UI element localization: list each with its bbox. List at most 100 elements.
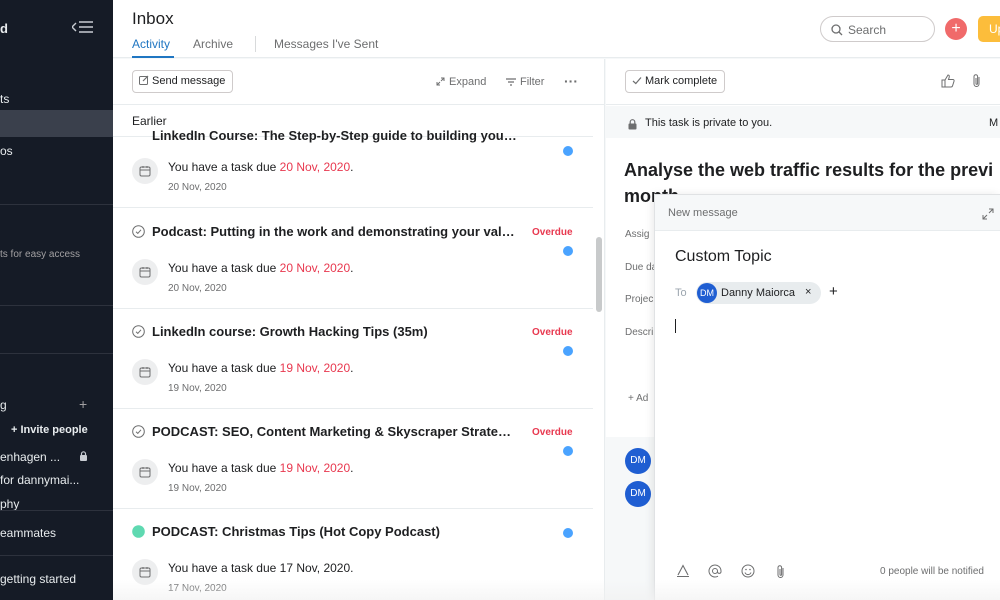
sidebar-invite-teammates[interactable]: eammates: [0, 526, 56, 540]
sidebar-favorites-hint: ts for easy access: [0, 249, 81, 260]
notification-date: 20 Nov, 2020: [168, 182, 227, 193]
tab-messages-sent[interactable]: Messages I've Sent: [274, 37, 378, 51]
search-input[interactable]: Search: [820, 16, 935, 42]
due-date: 20 Nov, 2020: [279, 261, 351, 275]
unread-dot: [563, 246, 573, 256]
completed-check-icon[interactable]: [132, 525, 145, 538]
mark-complete-label: Mark complete: [645, 75, 718, 87]
calendar-icon: [132, 459, 158, 485]
text-format-icon[interactable]: [676, 564, 690, 582]
expand-button[interactable]: Expand: [436, 76, 486, 88]
add-field-label: Ad: [636, 393, 649, 404]
list-scrollbar[interactable]: [596, 237, 602, 312]
notification-date: 19 Nov, 2020: [168, 383, 227, 394]
task-title: LinkedIn course: Growth Hacking Tips (35…: [152, 324, 428, 339]
due-prefix: You have a task due: [168, 461, 280, 475]
list-toolbar: Send message Expand Filter ···: [113, 59, 604, 105]
avatar[interactable]: DM: [625, 481, 651, 507]
task-title: LinkedIn Course: The Step-by-Step guide …: [152, 128, 517, 143]
avatar[interactable]: DM: [625, 448, 651, 474]
mark-complete-button[interactable]: Mark complete: [625, 70, 726, 93]
field-projects-label: Projec: [625, 294, 654, 305]
more-options-icon[interactable]: ···: [564, 73, 578, 89]
sidebar-team-name[interactable]: g: [0, 398, 7, 412]
expand-icon: [436, 77, 445, 86]
overdue-badge: Overdue: [532, 427, 573, 438]
due-prefix: You have a task due: [168, 160, 280, 174]
filter-icon: [506, 78, 516, 86]
add-team-icon[interactable]: +: [79, 396, 87, 412]
sidebar-collapse-icon[interactable]: [71, 20, 94, 37]
filter-button[interactable]: Filter: [506, 76, 544, 88]
check-circle-icon[interactable]: [132, 425, 145, 438]
mention-icon[interactable]: [708, 564, 722, 583]
calendar-icon: [132, 158, 158, 184]
add-field-button[interactable]: + Ad: [628, 393, 648, 404]
sidebar-item-portfolios[interactable]: os: [0, 144, 13, 158]
tab-activity[interactable]: Activity: [132, 37, 170, 51]
calendar-icon: [132, 559, 158, 585]
sidebar-divider: [0, 305, 113, 306]
page-title: Inbox: [132, 9, 174, 28]
check-circle-icon[interactable]: [132, 325, 145, 338]
new-message-title: New message: [668, 207, 738, 219]
sidebar-getting-started[interactable]: getting started: [0, 572, 76, 586]
message-subject-input[interactable]: Custom Topic: [675, 248, 772, 266]
to-label: To: [675, 287, 687, 299]
send-message-button[interactable]: Send message: [132, 70, 234, 93]
task-due-text: You have a task due 20 Nov, 2020.: [168, 160, 354, 174]
unread-dot: [563, 146, 573, 156]
lock-icon: [628, 117, 637, 135]
make-public-link[interactable]: M: [989, 117, 998, 129]
like-icon[interactable]: [941, 74, 955, 93]
sidebar-project-danny[interactable]: for dannymai...: [0, 473, 79, 487]
task-title: PODCAST: Christmas Tips (Hot Copy Podcas…: [152, 524, 440, 539]
list-item[interactable]: LinkedIn Course: The Step-by-Step guide …: [113, 108, 593, 208]
invite-people-button[interactable]: + Invite people: [11, 424, 88, 436]
check-circle-icon[interactable]: [132, 225, 145, 238]
invite-people-label: Invite people: [20, 424, 88, 436]
send-message-label: Send message: [152, 75, 226, 87]
sidebar-item-goals[interactable]: ts: [0, 92, 9, 106]
sidebar-project-photography[interactable]: phy: [0, 497, 19, 511]
notification-date: 19 Nov, 2020: [168, 483, 227, 494]
sidebar-divider: [0, 353, 113, 354]
add-recipient-button[interactable]: +: [829, 283, 838, 300]
attachment-icon[interactable]: [972, 73, 982, 93]
task-due-text: You have a task due 20 Nov, 2020.: [168, 261, 354, 275]
recipient-name: Danny Maiorca: [721, 287, 795, 299]
sidebar-project-copenhagen[interactable]: enhagen ...: [0, 450, 60, 464]
expand-icon[interactable]: [982, 207, 994, 225]
lock-icon: [79, 450, 88, 464]
notification-date: 17 Nov, 2020: [168, 583, 227, 594]
attachment-icon[interactable]: [776, 564, 786, 584]
sidebar-logo-fragment: d: [0, 21, 8, 36]
private-notice-bar: This task is private to you. M: [606, 106, 1000, 138]
unread-dot: [563, 346, 573, 356]
recipient-chip[interactable]: DM Danny Maiorca ×: [696, 282, 821, 304]
message-body-input[interactable]: [675, 319, 676, 333]
unread-dot: [563, 528, 573, 538]
sidebar-item-inbox-active[interactable]: [0, 110, 113, 137]
field-assignee-label: Assig: [625, 229, 650, 240]
filter-label: Filter: [520, 76, 545, 88]
tab-archive[interactable]: Archive: [193, 37, 233, 51]
list-item[interactable]: PODCAST: Christmas Tips (Hot Copy Podcas…: [113, 509, 593, 600]
inbox-list-pane: Send message Expand Filter ··· Earlier L…: [113, 59, 605, 600]
emoji-icon[interactable]: [741, 564, 755, 583]
plus-icon: +: [628, 393, 637, 404]
sidebar-divider: [0, 510, 113, 511]
task-due-text: You have a task due 19 Nov, 2020.: [168, 361, 354, 375]
list-item[interactable]: PODCAST: SEO, Content Marketing & Skyscr…: [113, 409, 593, 509]
task-title-line: Analyse the web traffic results for the …: [624, 160, 994, 180]
sidebar-divider: [0, 204, 113, 205]
upgrade-button[interactable]: Up: [978, 16, 1000, 42]
notification-date: 20 Nov, 2020: [168, 283, 227, 294]
sidebar-divider: [0, 555, 113, 556]
list-item[interactable]: Podcast: Putting in the work and demonst…: [113, 209, 593, 309]
due-suffix: .: [350, 160, 354, 174]
remove-recipient-icon[interactable]: ×: [805, 286, 811, 298]
due-suffix: .: [350, 461, 354, 475]
list-item[interactable]: LinkedIn course: Growth Hacking Tips (35…: [113, 309, 593, 409]
quick-add-button[interactable]: +: [945, 18, 967, 40]
